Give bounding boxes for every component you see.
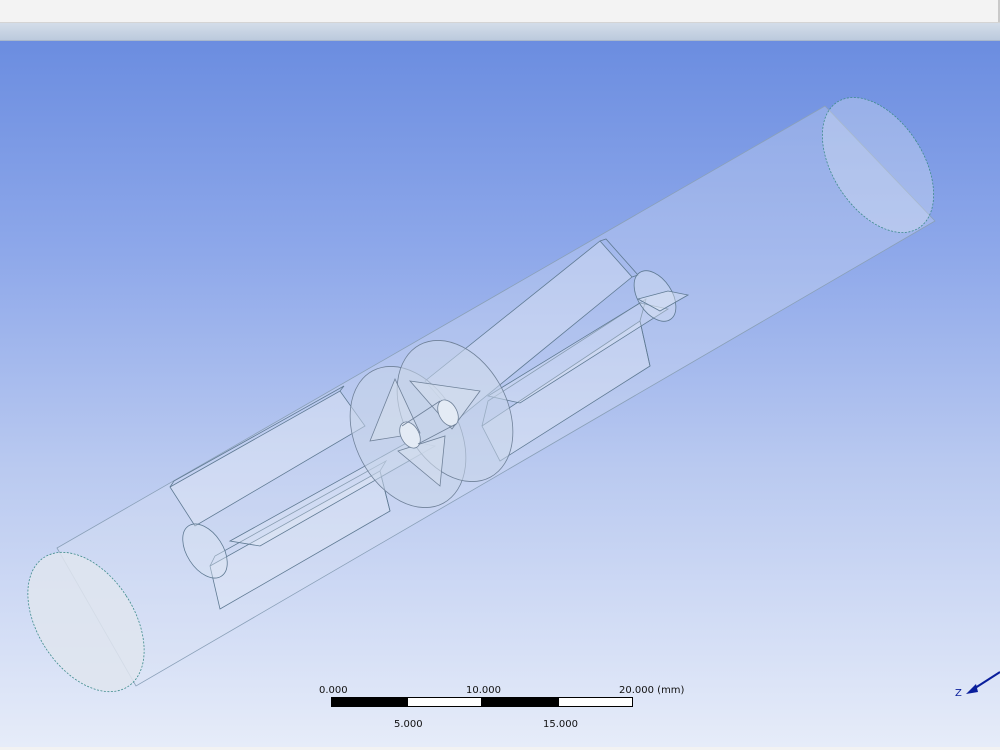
toolbar-area — [0, 23, 1000, 41]
scale-label-bottom-1: 15.000 — [543, 719, 578, 730]
axis-triad-icon — [966, 671, 1000, 694]
scale-label-top-1: 10.000 — [466, 685, 501, 696]
model-geometry[interactable] — [0, 41, 1000, 747]
scale-label-bottom-0: 5.000 — [394, 719, 423, 730]
axis-triad[interactable]: Z — [950, 666, 1000, 706]
scale-segment-3 — [482, 697, 558, 707]
scale-segment-1 — [331, 697, 407, 707]
scale-label-top-0: 0.000 — [319, 685, 348, 696]
graphics-viewport[interactable]: 0.000 10.000 20.000 (mm) 5.000 15.000 Z — [0, 41, 1000, 747]
scale-bar: 0.000 10.000 20.000 (mm) 5.000 15.000 — [300, 681, 700, 741]
axis-label-z: Z — [955, 688, 962, 699]
title-strip — [0, 0, 1000, 23]
scale-label-top-2: 20.000 (mm) — [619, 685, 685, 696]
scale-segment-4 — [558, 697, 633, 707]
scale-segment-2 — [407, 697, 482, 707]
